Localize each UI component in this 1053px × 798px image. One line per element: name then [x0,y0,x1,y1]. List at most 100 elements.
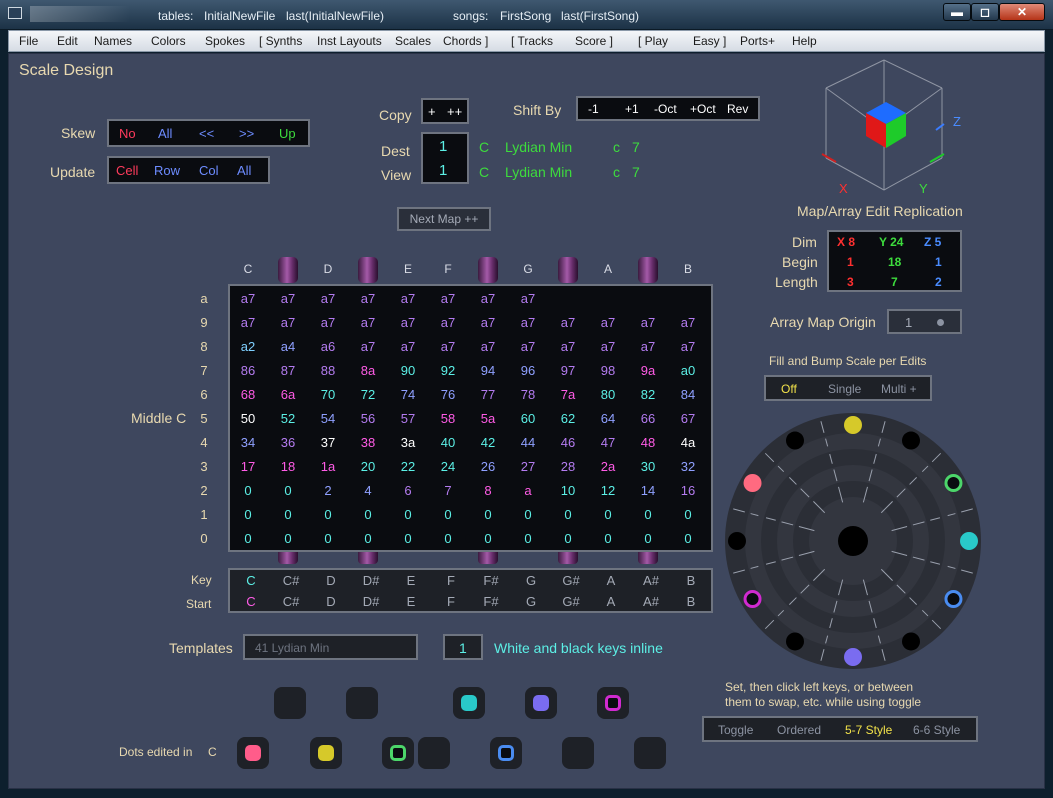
close-button[interactable]: ✕ [999,3,1045,21]
grid-cell[interactable]: a7 [391,339,425,354]
dest-value[interactable]: 1 [439,138,447,155]
menu-play[interactable]: [ Play [638,34,668,48]
black-key-top[interactable] [558,257,578,283]
grid-cell[interactable]: a7 [391,291,425,306]
view-value[interactable]: 1 [439,162,447,179]
grid-cell[interactable]: 84 [671,387,705,402]
key-cell[interactable]: F [434,573,468,588]
grid-cell[interactable]: 22 [391,459,425,474]
grid-cell[interactable]: 88 [311,363,345,378]
menu-spokes[interactable]: Spokes [205,34,245,48]
cube-viewer[interactable] [818,58,968,200]
grid-cell[interactable]: a7 [311,291,345,306]
key-cell[interactable]: D [314,573,348,588]
grid-cell[interactable]: a7 [471,339,505,354]
wheel-note-dot[interactable] [728,532,746,550]
key-cell[interactable]: F# [474,573,508,588]
key-cell[interactable]: G [514,573,548,588]
grid-cell[interactable]: 0 [351,507,385,522]
grid-cell[interactable]: 8a [351,363,385,378]
grid-cell[interactable]: 0 [231,507,265,522]
key-cell[interactable]: E [394,573,428,588]
grid-cell[interactable]: 5a [471,411,505,426]
grid-cell[interactable]: 24 [431,459,465,474]
grid-cell[interactable]: a7 [471,291,505,306]
grid-cell[interactable]: 90 [391,363,425,378]
grid-cell[interactable]: a7 [311,315,345,330]
grid-cell[interactable]: 14 [631,483,665,498]
grid-cell[interactable]: 0 [271,507,305,522]
dot-color-pad[interactable] [382,737,414,769]
templates-field[interactable]: 41 Lydian Min [243,634,418,660]
grid-cell[interactable]: 94 [471,363,505,378]
grid-cell[interactable]: 0 [471,531,505,546]
grid-cell[interactable]: 20 [351,459,385,474]
grid-cell[interactable]: 57 [391,411,425,426]
grid-cell[interactable]: 7a [551,387,585,402]
grid-cell[interactable]: 0 [351,531,385,546]
menu-colors[interactable]: Colors [151,34,186,48]
grid-cell[interactable]: a7 [631,315,665,330]
fill-single[interactable]: Single [828,382,861,396]
grid-cell[interactable]: 4 [351,483,385,498]
black-key-bottom[interactable] [478,552,498,564]
grid-cell[interactable]: 32 [671,459,705,474]
grid-cell[interactable]: 6a [271,387,305,402]
wheel-center[interactable] [838,526,868,556]
start-cell[interactable]: G# [554,594,588,609]
grid-cell[interactable]: a2 [231,339,265,354]
grid-cell[interactable]: 47 [591,435,625,450]
grid-cell[interactable]: 0 [591,507,625,522]
skew-left[interactable]: << [199,126,214,141]
black-key-top[interactable] [278,257,298,283]
grid-cell[interactable]: 92 [431,363,465,378]
grid-cell[interactable]: 0 [271,483,305,498]
grid-cell[interactable]: 37 [311,435,345,450]
grid-cell[interactable]: a7 [551,315,585,330]
grid-cell[interactable]: 50 [231,411,265,426]
grid-cell[interactable]: 0 [511,507,545,522]
grid-cell[interactable]: 6 [391,483,425,498]
grid-cell[interactable]: 98 [591,363,625,378]
menu-file[interactable]: File [19,34,38,48]
copy-plus[interactable]: + [428,104,436,119]
grid-cell[interactable]: 16 [671,483,705,498]
menu-synths[interactable]: [ Synths [259,34,302,48]
menu-score[interactable]: Score ] [575,34,613,48]
skew-no[interactable]: No [119,126,136,141]
grid-cell[interactable]: a7 [551,339,585,354]
grid-cell[interactable]: a7 [271,315,305,330]
grid-cell[interactable]: 0 [671,531,705,546]
grid-cell[interactable]: 64 [591,411,625,426]
grid-cell[interactable]: 60 [511,411,545,426]
style-6-6[interactable]: 6-6 Style [913,723,960,737]
grid-cell[interactable]: 17 [231,459,265,474]
wheel-note-dot[interactable] [844,416,862,434]
grid-cell[interactable]: a7 [511,291,545,306]
grid-cell[interactable]: 0 [431,531,465,546]
menu-help[interactable]: Help [792,34,817,48]
origin-field[interactable]: 1 [887,309,962,334]
skew-all[interactable]: All [158,126,172,141]
rep-length-z[interactable]: 2 [935,275,942,289]
grid-cell[interactable]: 0 [431,507,465,522]
grid-cell[interactable]: 87 [271,363,305,378]
grid-cell[interactable]: a7 [591,339,625,354]
rep-length-x[interactable]: 3 [847,275,854,289]
grid-cell[interactable]: 0 [551,531,585,546]
wheel-note-dot[interactable] [743,474,762,492]
next-map-button[interactable]: Next Map ++ [397,207,491,231]
grid-cell[interactable]: a7 [351,339,385,354]
inline-field[interactable]: 1 [443,634,483,660]
wheel-note-dot[interactable] [944,474,963,492]
start-cell[interactable]: C [234,594,268,609]
grid-cell[interactable]: a7 [431,291,465,306]
wheel-note-dot[interactable] [902,632,920,651]
rep-begin-y[interactable]: 18 [888,255,901,269]
start-cell[interactable]: D [314,594,348,609]
rep-begin-x[interactable]: 1 [847,255,854,269]
grid-cell[interactable]: 62 [551,411,585,426]
grid-cell[interactable]: 28 [551,459,585,474]
key-cell[interactable]: D# [354,573,388,588]
dot-color-pad[interactable] [490,737,522,769]
